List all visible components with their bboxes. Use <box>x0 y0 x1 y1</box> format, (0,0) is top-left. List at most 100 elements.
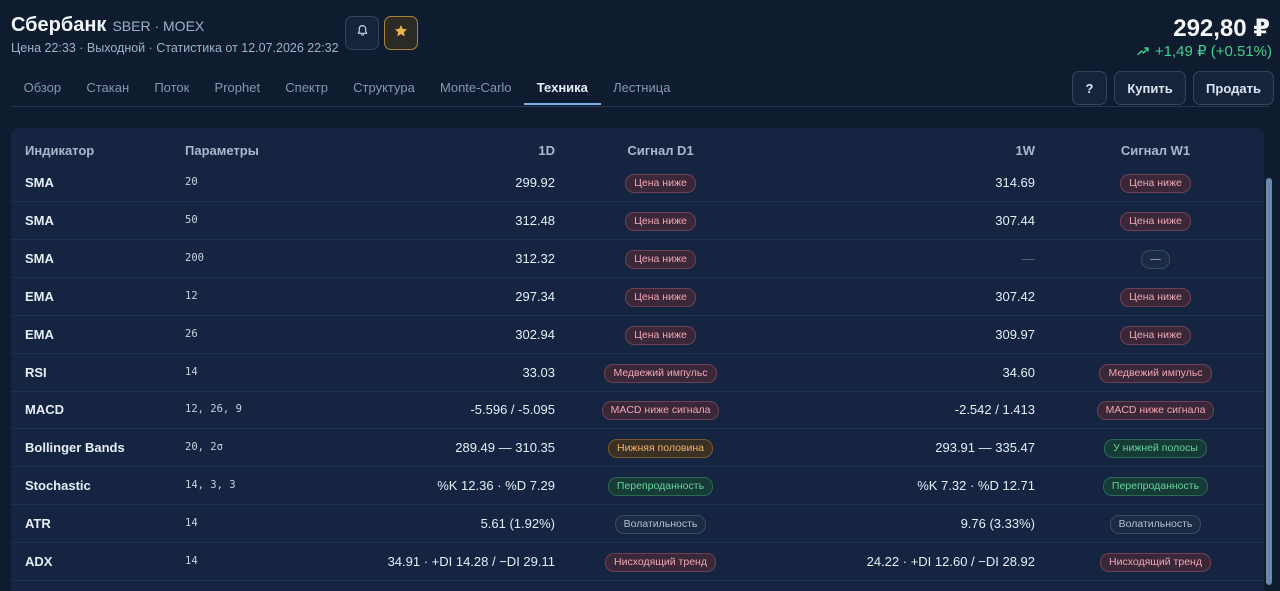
company-name: Сбербанк <box>11 14 107 36</box>
indicator-name: RSI <box>25 364 47 380</box>
value-d1: %K 12.36 · %D 7.29 <box>437 478 555 494</box>
tab-3[interactable]: Prophet <box>202 70 273 104</box>
signal-badge: MACD ниже сигнала <box>601 401 720 421</box>
signal-d1-cell: Цена ниже <box>580 164 741 201</box>
trend-up-icon <box>1137 43 1149 60</box>
signal-d1-cell: Медвежий импульс <box>580 354 741 391</box>
signal-badge: Цена ниже <box>625 211 696 231</box>
signal-badge: Цена ниже <box>625 249 696 269</box>
indicator-name: SMA <box>25 175 54 190</box>
table-row: ADX 14 34.91 · +DI 14.28 / −DI 29.11 Нисход… <box>11 543 1264 581</box>
value-d1: 5.61 (1.92%) <box>480 516 555 532</box>
header: Сбербанк SBER · MOEX Цена 22:33 · Выходн… <box>0 0 1280 108</box>
signal-badge: Цена ниже <box>1120 287 1191 307</box>
value-d1: 312.32 <box>515 250 555 266</box>
indicator-params: 14, 3, 3 <box>185 479 236 492</box>
signal-d1-cell: MACD ниже сигнала <box>580 391 741 428</box>
table-row: Stochastic 14, 3, 3 %K 12.36 · %D 7.29 Пере… <box>11 467 1264 506</box>
help-button[interactable]: ? <box>1072 71 1107 105</box>
indicator-params: 20, 2σ <box>185 441 223 454</box>
value-d1: 34.91 · +DI 14.28 / −DI 29.11 <box>387 554 555 569</box>
value-w1: %K 7.32 · %D 12.71 <box>917 478 1035 494</box>
indicator-name: SMA <box>25 212 54 228</box>
value-d1: 312.48 <box>515 212 555 228</box>
value-w1: — <box>1022 250 1035 266</box>
tab-6[interactable]: Monte-Carlo <box>427 70 524 104</box>
signal-badge: Цена ниже <box>625 287 696 307</box>
signal-w1-cell: Медвежий импульс <box>1060 354 1251 391</box>
value-d1: 302.94 <box>515 326 555 342</box>
signal-d1-cell: Волатильность <box>580 505 741 542</box>
signal-w1-cell: Цена ниже <box>1060 278 1251 315</box>
table-row: SMA 50 312.48 Цена ниже 307.44 Цена ниже <box>11 202 1264 240</box>
bell-icon <box>356 24 369 42</box>
signal-badge: У нижней полосы <box>1104 439 1207 459</box>
signal-badge: Цена ниже <box>1120 325 1191 345</box>
value-d1: 33.03 <box>522 364 555 380</box>
indicator-name: Stochastic <box>25 478 91 494</box>
indicator-name: MACD <box>25 402 64 418</box>
signal-d1-cell: Цена ниже <box>580 316 741 353</box>
signal-w1-cell: MACD ниже сигнала <box>1060 391 1251 428</box>
signal-w1-cell: Цена ниже <box>1060 164 1251 201</box>
indicator-params: 200 <box>185 251 204 264</box>
signal-badge: MACD ниже сигнала <box>1096 401 1215 421</box>
indicator-name: ATR <box>25 516 51 532</box>
tab-8[interactable]: Лестница <box>601 70 684 104</box>
indicator-name: Bollinger Bands <box>25 440 125 456</box>
signal-d1-cell: Перепроданность <box>580 467 741 504</box>
indicator-params: 26 <box>185 327 198 340</box>
value-d1: -5.596 / -5.095 <box>470 402 555 418</box>
signal-w1-cell: Цена ниже <box>1060 202 1251 239</box>
signal-badge: Нисходящий тренд <box>605 553 716 573</box>
tab-7[interactable]: Техника <box>524 70 601 105</box>
sell-button[interactable]: Продать <box>1193 71 1274 105</box>
table-row: EMA 12 297.34 Цена ниже 307.42 Цена ниже <box>11 278 1264 316</box>
signal-badge: — <box>1141 249 1170 269</box>
favorite-button[interactable] <box>384 16 418 50</box>
indicator-name: EMA <box>25 288 54 304</box>
buy-button[interactable]: Купить <box>1114 71 1186 105</box>
tab-1[interactable]: Стакан <box>74 70 142 104</box>
indicator-name: EMA <box>25 326 54 342</box>
tab-0[interactable]: Обзор <box>11 70 74 104</box>
signal-badge: Волатильность <box>1109 515 1202 535</box>
alert-button[interactable] <box>345 16 379 50</box>
signal-w1-cell: Нисходящий тренд <box>1060 543 1251 580</box>
signal-badge: Нисходящий тренд <box>1100 553 1211 573</box>
value-d1: 297.34 <box>515 288 555 304</box>
ticker-label: SBER · MOEX <box>112 18 205 34</box>
status-line: Цена 22:33 · Выходной · Статистика от 12… <box>11 41 339 55</box>
value-w1: 314.69 <box>995 175 1035 190</box>
tab-bar: Обзор Стакан Поток Prophet Спектр Структура Mo… <box>11 70 684 105</box>
tab-5[interactable]: Структура <box>341 70 428 104</box>
value-w1: -2.542 / 1.413 <box>954 402 1035 418</box>
price-change: +1,49 ₽ (+0.51%) <box>1137 42 1272 60</box>
tab-2[interactable]: Поток <box>142 70 202 104</box>
indicator-params: 50 <box>185 213 198 226</box>
value-w1: 307.42 <box>995 288 1035 304</box>
signal-w1-cell: Перепроданность <box>1060 467 1251 504</box>
table-row: ATR 14 5.61 (1.92%) Волатильность 9.76 (3.33… <box>11 505 1264 544</box>
signal-w1-cell: У нижней полосы <box>1060 429 1251 466</box>
tab-4[interactable]: Спектр <box>273 70 341 104</box>
signal-badge: Медвежий импульс <box>604 363 717 383</box>
signal-w1-cell: — <box>1060 240 1251 277</box>
indicator-params: 14 <box>185 517 198 530</box>
star-icon <box>394 24 408 43</box>
signal-w1-cell: Цена ниже <box>1060 316 1251 353</box>
signal-badge: Нижняя половина <box>607 439 714 459</box>
signal-badge: Волатильность <box>614 515 707 535</box>
signal-badge: Цена ниже <box>625 174 696 194</box>
table-row: SMA 20 299.92 Цена ниже 314.69 Цена ниже <box>11 164 1264 202</box>
indicator-params: 12 <box>185 289 198 302</box>
value-d1: 299.92 <box>515 175 555 190</box>
title-row: Сбербанк SBER · MOEX <box>11 14 204 37</box>
indicator-name: ADX <box>25 554 53 569</box>
signal-badge: Перепроданность <box>607 477 714 497</box>
indicator-params: 14 <box>185 365 198 378</box>
signal-w1-cell: Волатильность <box>1060 505 1251 542</box>
indicator-name: SMA <box>25 250 54 266</box>
scrollbar-thumb[interactable] <box>1266 178 1272 585</box>
value-w1: 24.22 · +DI 12.60 / −DI 28.92 <box>866 554 1035 569</box>
